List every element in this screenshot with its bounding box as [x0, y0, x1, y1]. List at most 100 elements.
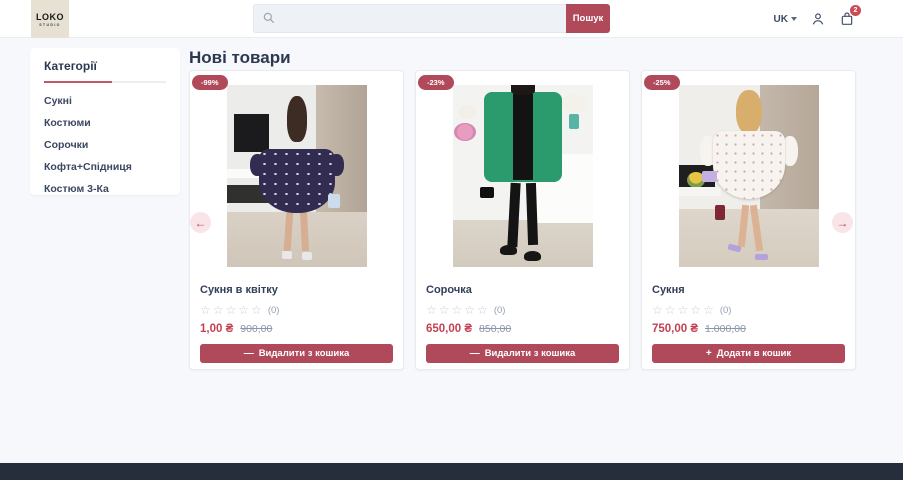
prev-arrow-button[interactable]: ←	[190, 212, 211, 233]
sidebar-item-sweater-skirt[interactable]: Кофта+Спідниця	[44, 161, 166, 173]
product-card: -25% Сукня ☆ ☆ ☆ ☆ ☆ (0) 750,00 ₴ 1.000,…	[641, 70, 856, 370]
figure-shoe	[499, 245, 517, 256]
cart-count-badge: 2	[850, 5, 861, 16]
sidebar-item-suits[interactable]: Костюми	[44, 117, 166, 129]
scene-floor	[678, 208, 819, 267]
star-icon: ☆	[251, 303, 262, 317]
figure-accessory	[714, 205, 725, 221]
product-title[interactable]: Сорочка	[426, 284, 619, 296]
button-label: Додати в кошик	[716, 348, 792, 359]
scene-floor	[226, 212, 367, 267]
product-title[interactable]: Сукня в квітку	[200, 284, 393, 296]
logo-text: LOKO	[36, 11, 64, 22]
card-body: Сорочка ☆ ☆ ☆ ☆ ☆ (0) 650,00 ₴ 850,00 — …	[416, 267, 629, 363]
search-input[interactable]	[253, 4, 566, 33]
figure-hair	[286, 95, 307, 142]
star-icon: ☆	[426, 303, 437, 317]
categories-panel: Категорії Сукні Костюми Сорочки Кофта+Сп…	[30, 48, 180, 195]
scene-floor	[452, 219, 593, 267]
header-right: UK 2	[774, 0, 861, 38]
price-row: 650,00 ₴ 850,00	[426, 323, 619, 335]
star-icon: ☆	[212, 303, 224, 317]
divider	[44, 81, 166, 83]
figure-hair	[735, 90, 762, 135]
figure-leg	[525, 183, 538, 246]
categories-title: Категорії	[44, 59, 97, 73]
star-icon: ☆	[677, 303, 689, 317]
figure-shoe	[301, 252, 312, 261]
discount-badge: -23%	[418, 75, 454, 90]
next-arrow-button[interactable]: →	[832, 212, 853, 233]
card-body: Сукня ☆ ☆ ☆ ☆ ☆ (0) 750,00 ₴ 1.000,00 + …	[642, 267, 855, 363]
product-image[interactable]	[452, 85, 593, 267]
logo[interactable]: LOKO STUDIO	[31, 0, 69, 38]
figure-shoe	[754, 254, 768, 261]
product-title[interactable]: Сукня	[652, 284, 845, 296]
language-label: UK	[773, 13, 788, 25]
star-icon: ☆	[225, 303, 237, 317]
figure-bag	[327, 194, 340, 209]
search-bar: Пошук	[253, 4, 610, 33]
rating: ☆ ☆ ☆ ☆ ☆ (0)	[426, 304, 619, 316]
sidebar-item-dresses[interactable]: Сукні	[44, 95, 166, 107]
logo-subtext: STUDIO	[39, 22, 61, 27]
figure-bag	[479, 186, 494, 198]
search-input-box	[253, 4, 566, 33]
category-list: Сукні Костюми Сорочки Кофта+Спідниця Кос…	[44, 95, 166, 195]
product-image[interactable]	[678, 85, 819, 267]
scene-ledge	[678, 186, 721, 196]
figure-bag	[701, 170, 717, 182]
star-icon: ☆	[664, 303, 676, 317]
figure-dress	[712, 130, 785, 199]
rating-count: (0)	[719, 304, 732, 316]
card-body: Сукня в квітку ☆ ☆ ☆ ☆ ☆ (0) 1,00 ₴ 900,…	[190, 267, 403, 363]
footer-bar	[0, 463, 903, 480]
product-image[interactable]	[226, 85, 367, 267]
figure-dress	[258, 148, 335, 213]
page-title: Нові товари	[189, 48, 291, 67]
figure-shoe	[281, 250, 292, 259]
star-icon: ☆	[200, 303, 211, 317]
arrow-right-icon: →	[836, 215, 849, 230]
chevron-down-icon	[791, 17, 797, 21]
star-icon: ☆	[438, 303, 450, 317]
remove-from-cart-button[interactable]: — Видалити з кошика	[426, 344, 619, 363]
add-to-cart-button[interactable]: + Додати в кошик	[652, 344, 845, 363]
user-icon	[812, 13, 824, 25]
search-icon	[262, 11, 276, 30]
rating-count: (0)	[267, 304, 280, 316]
product-card: -99% Сукня в квітку ☆ ☆ ☆ ☆ ☆ (0) 1,00 ₴…	[189, 70, 404, 370]
star-icon: ☆	[690, 303, 702, 317]
current-price: 750,00 ₴	[652, 323, 699, 335]
star-icon: ☆	[652, 303, 663, 317]
star-icon: ☆	[238, 303, 250, 317]
account-button[interactable]	[810, 11, 826, 27]
rating: ☆ ☆ ☆ ☆ ☆ (0)	[200, 304, 393, 316]
remove-from-cart-button[interactable]: — Видалити з кошика	[200, 344, 393, 363]
price-row: 750,00 ₴ 1.000,00	[652, 323, 845, 335]
figure-shoe	[523, 250, 541, 261]
cart-button[interactable]: 2	[839, 5, 861, 27]
scene-tv	[233, 114, 269, 153]
figure-hair	[510, 85, 535, 95]
search-button[interactable]: Пошук	[566, 4, 610, 33]
minus-icon: —	[243, 348, 254, 359]
discount-badge: -99%	[192, 75, 228, 90]
star-icon: ☆	[703, 303, 714, 317]
sidebar-item-suit-3pc[interactable]: Костюм 3-Ка	[44, 183, 166, 195]
current-price: 1,00 ₴	[200, 323, 234, 335]
figure-leg	[299, 210, 309, 251]
old-price: 1.000,00	[705, 323, 746, 335]
star-icon: ☆	[464, 303, 476, 317]
scene-flowers	[453, 123, 476, 142]
old-price: 900,00	[240, 323, 273, 335]
current-price: 650,00 ₴	[426, 323, 473, 335]
star-icon: ☆	[451, 303, 463, 317]
sidebar-item-shirts[interactable]: Сорочки	[44, 139, 166, 151]
button-label: Видалити з кошика	[258, 348, 350, 359]
rating: ☆ ☆ ☆ ☆ ☆ (0)	[652, 304, 845, 316]
minus-icon: —	[469, 348, 480, 359]
price-row: 1,00 ₴ 900,00	[200, 323, 393, 335]
language-selector[interactable]: UK	[774, 14, 797, 25]
scene-vase	[568, 114, 579, 130]
